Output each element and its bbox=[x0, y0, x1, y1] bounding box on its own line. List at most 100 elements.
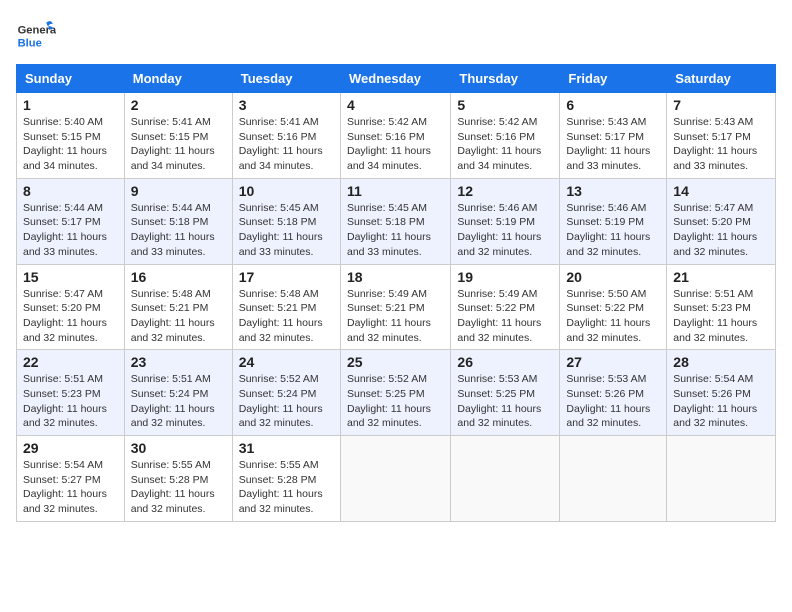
day-info: Sunrise: 5:50 AMSunset: 5:22 PMDaylight:… bbox=[566, 287, 660, 346]
day-info: Sunrise: 5:41 AMSunset: 5:15 PMDaylight:… bbox=[131, 115, 226, 174]
calendar-cell: 27 Sunrise: 5:53 AMSunset: 5:26 PMDayligh… bbox=[560, 350, 667, 436]
day-info: Sunrise: 5:49 AMSunset: 5:22 PMDaylight:… bbox=[457, 287, 553, 346]
day-header-sunday: Sunday bbox=[17, 65, 125, 93]
calendar-cell: 12 Sunrise: 5:46 AMSunset: 5:19 PMDayligh… bbox=[451, 178, 560, 264]
day-number: 11 bbox=[347, 183, 444, 199]
calendar-cell bbox=[667, 436, 776, 522]
day-info: Sunrise: 5:54 AMSunset: 5:27 PMDaylight:… bbox=[23, 458, 118, 517]
day-number: 13 bbox=[566, 183, 660, 199]
day-number: 31 bbox=[239, 440, 334, 456]
calendar-cell: 13 Sunrise: 5:46 AMSunset: 5:19 PMDayligh… bbox=[560, 178, 667, 264]
day-number: 12 bbox=[457, 183, 553, 199]
day-header-wednesday: Wednesday bbox=[340, 65, 450, 93]
day-number: 9 bbox=[131, 183, 226, 199]
day-info: Sunrise: 5:52 AMSunset: 5:24 PMDaylight:… bbox=[239, 372, 334, 431]
calendar-cell: 3Sunrise: 5:41 AMSunset: 5:16 PMDaylight… bbox=[232, 93, 340, 179]
calendar-cell: 19 Sunrise: 5:49 AMSunset: 5:22 PMDayligh… bbox=[451, 264, 560, 350]
calendar-cell bbox=[560, 436, 667, 522]
calendar-cell: 11 Sunrise: 5:45 AMSunset: 5:18 PMDayligh… bbox=[340, 178, 450, 264]
calendar-cell: 26 Sunrise: 5:53 AMSunset: 5:25 PMDayligh… bbox=[451, 350, 560, 436]
calendar-cell: 21Sunrise: 5:51 AMSunset: 5:23 PMDayligh… bbox=[667, 264, 776, 350]
calendar-cell: 15Sunrise: 5:47 AMSunset: 5:20 PMDayligh… bbox=[17, 264, 125, 350]
calendar-cell: 14 Sunrise: 5:47 AMSunset: 5:20 PMDayligh… bbox=[667, 178, 776, 264]
day-number: 24 bbox=[239, 354, 334, 370]
day-number: 4 bbox=[347, 97, 444, 113]
calendar-cell: 8 Sunrise: 5:44 AMSunset: 5:17 PMDaylight… bbox=[17, 178, 125, 264]
calendar-cell: 31 Sunrise: 5:55 AMSunset: 5:28 PMDayligh… bbox=[232, 436, 340, 522]
calendar-cell: 7 Sunrise: 5:43 AMSunset: 5:17 PMDaylight… bbox=[667, 93, 776, 179]
day-number: 29 bbox=[23, 440, 118, 456]
day-number: 1 bbox=[23, 97, 118, 113]
day-info: Sunrise: 5:51 AMSunset: 5:23 PMDaylight:… bbox=[23, 372, 118, 431]
day-number: 30 bbox=[131, 440, 226, 456]
logo-icon: General Blue bbox=[16, 16, 56, 56]
calendar-cell: 5Sunrise: 5:42 AMSunset: 5:16 PMDaylight… bbox=[451, 93, 560, 179]
day-info: Sunrise: 5:41 AMSunset: 5:16 PMDaylight:… bbox=[239, 115, 334, 174]
calendar-cell: 6Sunrise: 5:43 AMSunset: 5:17 PMDaylight… bbox=[560, 93, 667, 179]
day-number: 19 bbox=[457, 269, 553, 285]
day-info: Sunrise: 5:45 AMSunset: 5:18 PMDaylight:… bbox=[347, 201, 444, 260]
calendar-cell: 28Sunrise: 5:54 AMSunset: 5:26 PMDayligh… bbox=[667, 350, 776, 436]
day-info: Sunrise: 5:52 AMSunset: 5:25 PMDaylight:… bbox=[347, 372, 444, 431]
calendar-cell: 29 Sunrise: 5:54 AMSunset: 5:27 PMDayligh… bbox=[17, 436, 125, 522]
day-info: Sunrise: 5:43 AMSunset: 5:17 PMDaylight:… bbox=[566, 115, 660, 174]
day-number: 14 bbox=[673, 183, 769, 199]
day-info: Sunrise: 5:53 AMSunset: 5:26 PMDaylight:… bbox=[566, 372, 660, 431]
calendar-cell: 22 Sunrise: 5:51 AMSunset: 5:23 PMDayligh… bbox=[17, 350, 125, 436]
day-info: Sunrise: 5:55 AMSunset: 5:28 PMDaylight:… bbox=[131, 458, 226, 517]
day-number: 17 bbox=[239, 269, 334, 285]
day-number: 7 bbox=[673, 97, 769, 113]
calendar-cell: 20 Sunrise: 5:50 AMSunset: 5:22 PMDayligh… bbox=[560, 264, 667, 350]
day-info: Sunrise: 5:42 AMSunset: 5:16 PMDaylight:… bbox=[347, 115, 444, 174]
day-number: 8 bbox=[23, 183, 118, 199]
week-row-1: 1 Sunrise: 5:40 AMSunset: 5:15 PMDaylight… bbox=[17, 93, 776, 179]
day-info: Sunrise: 5:40 AMSunset: 5:15 PMDaylight:… bbox=[23, 115, 118, 174]
day-info: Sunrise: 5:47 AMSunset: 5:20 PMDaylight:… bbox=[673, 201, 769, 260]
day-header-tuesday: Tuesday bbox=[232, 65, 340, 93]
calendar-cell: 16 Sunrise: 5:48 AMSunset: 5:21 PMDayligh… bbox=[124, 264, 232, 350]
day-info: Sunrise: 5:46 AMSunset: 5:19 PMDaylight:… bbox=[457, 201, 553, 260]
day-info: Sunrise: 5:48 AMSunset: 5:21 PMDaylight:… bbox=[131, 287, 226, 346]
calendar-cell: 25 Sunrise: 5:52 AMSunset: 5:25 PMDayligh… bbox=[340, 350, 450, 436]
week-row-3: 15Sunrise: 5:47 AMSunset: 5:20 PMDayligh… bbox=[17, 264, 776, 350]
day-header-thursday: Thursday bbox=[451, 65, 560, 93]
day-info: Sunrise: 5:49 AMSunset: 5:21 PMDaylight:… bbox=[347, 287, 444, 346]
day-number: 26 bbox=[457, 354, 553, 370]
calendar-cell: 30 Sunrise: 5:55 AMSunset: 5:28 PMDayligh… bbox=[124, 436, 232, 522]
day-number: 27 bbox=[566, 354, 660, 370]
day-info: Sunrise: 5:43 AMSunset: 5:17 PMDaylight:… bbox=[673, 115, 769, 174]
calendar-cell: 24 Sunrise: 5:52 AMSunset: 5:24 PMDayligh… bbox=[232, 350, 340, 436]
day-info: Sunrise: 5:44 AMSunset: 5:17 PMDaylight:… bbox=[23, 201, 118, 260]
day-number: 22 bbox=[23, 354, 118, 370]
day-number: 28 bbox=[673, 354, 769, 370]
days-header-row: SundayMondayTuesdayWednesdayThursdayFrid… bbox=[17, 65, 776, 93]
day-header-saturday: Saturday bbox=[667, 65, 776, 93]
day-info: Sunrise: 5:42 AMSunset: 5:16 PMDaylight:… bbox=[457, 115, 553, 174]
day-info: Sunrise: 5:45 AMSunset: 5:18 PMDaylight:… bbox=[239, 201, 334, 260]
day-info: Sunrise: 5:51 AMSunset: 5:24 PMDaylight:… bbox=[131, 372, 226, 431]
calendar-cell: 4 Sunrise: 5:42 AMSunset: 5:16 PMDaylight… bbox=[340, 93, 450, 179]
calendar-cell: 2 Sunrise: 5:41 AMSunset: 5:15 PMDaylight… bbox=[124, 93, 232, 179]
day-info: Sunrise: 5:48 AMSunset: 5:21 PMDaylight:… bbox=[239, 287, 334, 346]
week-row-4: 22 Sunrise: 5:51 AMSunset: 5:23 PMDayligh… bbox=[17, 350, 776, 436]
day-info: Sunrise: 5:51 AMSunset: 5:23 PMDaylight:… bbox=[673, 287, 769, 346]
day-info: Sunrise: 5:47 AMSunset: 5:20 PMDaylight:… bbox=[23, 287, 118, 346]
day-number: 23 bbox=[131, 354, 226, 370]
day-number: 25 bbox=[347, 354, 444, 370]
day-number: 18 bbox=[347, 269, 444, 285]
day-number: 20 bbox=[566, 269, 660, 285]
calendar-cell: 23 Sunrise: 5:51 AMSunset: 5:24 PMDayligh… bbox=[124, 350, 232, 436]
calendar-cell bbox=[340, 436, 450, 522]
day-info: Sunrise: 5:55 AMSunset: 5:28 PMDaylight:… bbox=[239, 458, 334, 517]
calendar-cell: 17 Sunrise: 5:48 AMSunset: 5:21 PMDayligh… bbox=[232, 264, 340, 350]
week-row-2: 8 Sunrise: 5:44 AMSunset: 5:17 PMDaylight… bbox=[17, 178, 776, 264]
day-info: Sunrise: 5:46 AMSunset: 5:19 PMDaylight:… bbox=[566, 201, 660, 260]
calendar-cell: 18 Sunrise: 5:49 AMSunset: 5:21 PMDayligh… bbox=[340, 264, 450, 350]
calendar-cell bbox=[451, 436, 560, 522]
day-number: 16 bbox=[131, 269, 226, 285]
day-number: 2 bbox=[131, 97, 226, 113]
day-header-friday: Friday bbox=[560, 65, 667, 93]
page-header: General Blue bbox=[16, 16, 776, 56]
day-info: Sunrise: 5:53 AMSunset: 5:25 PMDaylight:… bbox=[457, 372, 553, 431]
calendar-cell: 1 Sunrise: 5:40 AMSunset: 5:15 PMDaylight… bbox=[17, 93, 125, 179]
